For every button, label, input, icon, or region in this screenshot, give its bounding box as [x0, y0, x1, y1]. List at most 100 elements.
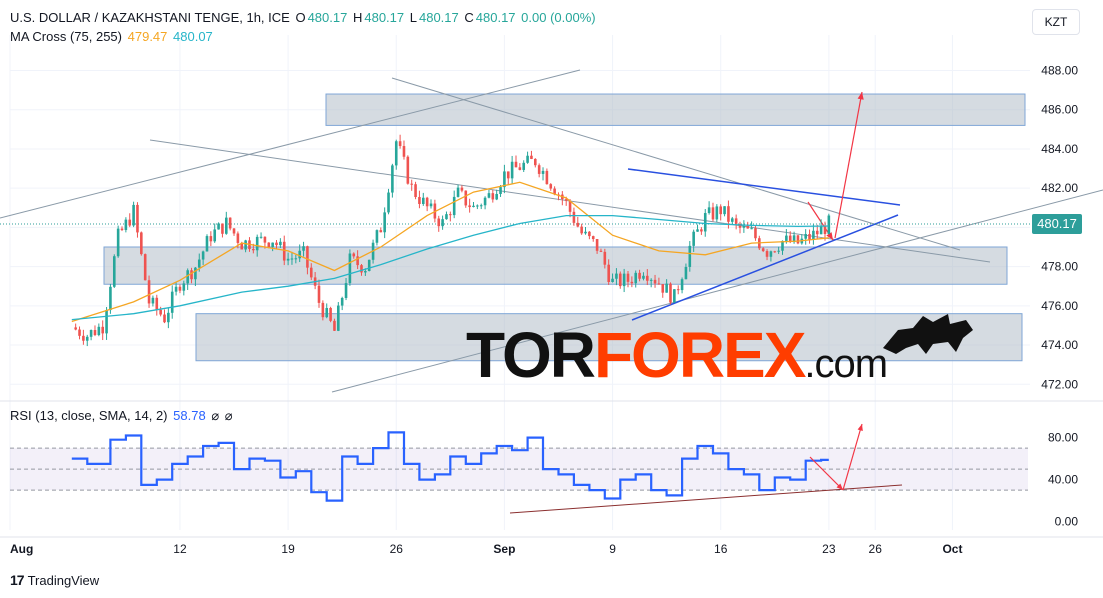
candle-body — [105, 310, 108, 334]
candle-body — [344, 283, 348, 298]
last-price-tag: 480.17 — [1032, 214, 1082, 235]
price-tick-label: 488.00 — [1041, 63, 1078, 77]
candle-body — [476, 205, 479, 207]
candle-body — [89, 330, 93, 337]
candle-body — [618, 273, 622, 287]
candle-body — [170, 291, 174, 313]
candle-body — [499, 187, 502, 194]
candle-body — [252, 248, 255, 251]
candle-body — [337, 305, 340, 331]
price-tick-label: 478.00 — [1041, 260, 1078, 274]
candle-body — [615, 273, 618, 279]
candle-body — [182, 283, 186, 291]
bull-logo-icon — [883, 314, 973, 354]
candle-body — [580, 226, 583, 234]
candle-body — [143, 254, 147, 281]
candle-body — [761, 248, 765, 252]
candle-body — [387, 192, 390, 213]
candle-body — [549, 184, 553, 189]
candle-body — [452, 196, 456, 216]
candle-body — [290, 258, 294, 260]
candle-body — [696, 229, 699, 232]
candle-body — [692, 231, 695, 246]
ma-header[interactable]: MA Cross (75, 255) 479.47 480.07 — [10, 29, 215, 44]
price-chart[interactable]: 488.00486.00484.00482.00480.00478.00476.… — [0, 0, 1103, 598]
candle-body — [294, 258, 298, 260]
candle-body — [209, 236, 213, 242]
candle-body — [588, 231, 591, 237]
candle-body — [734, 218, 738, 224]
rsi-value: 58.78 — [173, 408, 206, 423]
candle-body — [109, 286, 112, 311]
ma-fast-value: 479.47 — [127, 29, 168, 44]
candle-body — [510, 161, 514, 179]
rsi-header[interactable]: RSI (13, close, SMA, 14, 2) 58.78 ⌀ ⌀ — [10, 408, 235, 424]
candle-body — [727, 206, 730, 222]
time-tick-label: Aug — [10, 542, 33, 556]
price-tick-label: 482.00 — [1041, 181, 1078, 195]
candle-body — [808, 234, 811, 240]
candle-body — [93, 330, 97, 336]
candle-body — [572, 211, 576, 223]
rsi-tick-label: 40.00 — [1048, 473, 1078, 487]
candle-body — [483, 197, 487, 206]
candle-body — [445, 214, 448, 220]
candle-body — [622, 273, 626, 287]
candle-body — [255, 236, 259, 251]
candle-body — [541, 170, 545, 174]
candle-body — [526, 155, 529, 163]
time-axis[interactable]: Aug 12 19 26 Sep 9 16 23 26 Oct — [10, 542, 962, 556]
candle-body — [325, 307, 329, 318]
currency-button[interactable]: KZT — [1032, 9, 1080, 35]
candle-body — [190, 270, 193, 280]
candle-body — [112, 256, 116, 287]
candle-body — [221, 223, 224, 234]
watermark-part-1: TOR — [466, 319, 596, 391]
candle-body — [495, 193, 498, 200]
candle-body — [348, 253, 352, 284]
candle-body — [429, 203, 433, 207]
close-value: 480.17 — [475, 10, 516, 25]
rsi-label: RSI (13, close, SMA, 14, 2) — [10, 408, 168, 423]
candle-body — [769, 251, 773, 257]
candle-body — [201, 251, 205, 260]
candle-body — [464, 190, 468, 206]
candle-body — [487, 193, 491, 198]
rsi-tick-label: 0.00 — [1055, 515, 1079, 529]
candle-body — [460, 187, 464, 191]
candle-body — [673, 289, 676, 303]
price-axis[interactable]: 488.00486.00484.00482.00480.00478.00476.… — [1041, 63, 1078, 528]
candle-body — [730, 218, 734, 222]
candle-body — [414, 184, 417, 198]
candle-body — [719, 206, 722, 215]
candle-body — [437, 218, 441, 227]
candle-body — [456, 187, 460, 197]
candle-body — [537, 165, 541, 174]
candle-body — [352, 253, 356, 257]
rsi-sym-2: ⌀ — [224, 408, 233, 423]
candle-body — [364, 271, 367, 273]
candle-body — [140, 232, 143, 255]
candle-body — [657, 283, 661, 285]
tradingview-brand[interactable]: 17 TradingView — [10, 572, 99, 588]
candle-body — [591, 236, 595, 240]
candle-body — [124, 219, 128, 230]
candle-body — [147, 280, 151, 304]
time-tick-label: 19 — [281, 542, 295, 556]
change-value: 0.00 (0.00%) — [521, 10, 596, 25]
candle-body — [213, 229, 217, 242]
candle-body — [317, 285, 321, 303]
candle-body — [236, 233, 240, 243]
candle-body — [286, 258, 290, 261]
candle-body — [271, 242, 274, 248]
candle-body — [638, 272, 641, 279]
candle-body — [132, 204, 135, 226]
candle-body — [785, 235, 788, 241]
candle-body — [167, 312, 170, 323]
candle-body — [777, 250, 780, 252]
candle-body — [819, 226, 823, 235]
candle-body — [85, 336, 89, 341]
candle-body — [514, 161, 518, 168]
candle-body — [449, 214, 452, 216]
candle-body — [340, 297, 344, 306]
